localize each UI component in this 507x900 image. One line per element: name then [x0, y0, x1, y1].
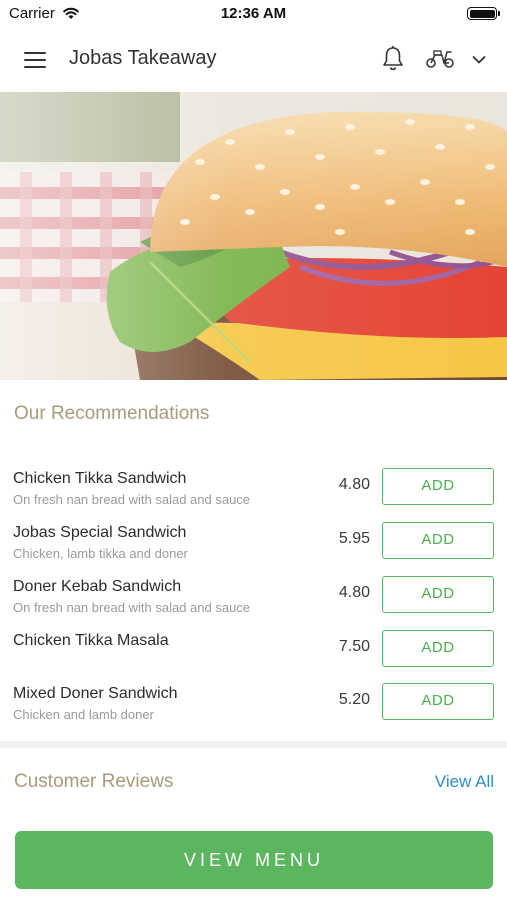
item-name: Mixed Doner Sandwich: [13, 685, 178, 702]
list-item: Jobas Special Sandwich Chicken, lamb tik…: [0, 522, 507, 576]
clock: 12:36 AM: [220, 5, 287, 22]
item-description: Chicken and lamb doner: [13, 707, 154, 722]
item-price: 4.80: [338, 584, 370, 601]
item-name: Chicken Tikka Sandwich: [13, 470, 187, 487]
item-price: 4.80: [338, 476, 370, 493]
hero-burger-image: [0, 92, 507, 380]
item-price: 5.95: [338, 530, 370, 547]
scooter-icon[interactable]: [425, 49, 455, 74]
add-button[interactable]: ADD: [382, 683, 494, 720]
battery-icon: [467, 7, 500, 20]
add-button[interactable]: ADD: [382, 630, 494, 667]
view-menu-button[interactable]: VIEW MENU: [15, 831, 493, 889]
add-button[interactable]: ADD: [382, 576, 494, 613]
bell-icon[interactable]: [381, 45, 405, 78]
list-item: Chicken Tikka Sandwich On fresh nan brea…: [0, 468, 507, 522]
add-button[interactable]: ADD: [382, 522, 494, 559]
section-divider: [0, 741, 507, 748]
item-description: On fresh nan bread with salad and sauce: [13, 492, 251, 507]
item-name: Chicken Tikka Masala: [13, 632, 169, 649]
reviews-title: Customer Reviews: [14, 771, 174, 792]
chevron-down-icon[interactable]: [472, 52, 486, 70]
add-button[interactable]: ADD: [382, 468, 494, 505]
item-price: 5.20: [338, 691, 370, 708]
item-name: Jobas Special Sandwich: [13, 524, 187, 541]
recommendations-title: Our Recommendations: [14, 403, 210, 424]
item-price: 7.50: [338, 638, 370, 655]
menu-icon[interactable]: [24, 51, 46, 69]
item-description: On fresh nan bread with salad and sauce: [13, 600, 251, 615]
item-name: Doner Kebab Sandwich: [13, 578, 182, 595]
app-header: Jobas Takeaway: [0, 28, 507, 92]
view-all-link[interactable]: View All: [435, 772, 494, 792]
item-description: Chicken, lamb tikka and doner: [13, 546, 188, 561]
page-title: Jobas Takeaway: [69, 47, 217, 69]
list-item: Mixed Doner Sandwich Chicken and lamb do…: [0, 683, 507, 737]
list-item: Chicken Tikka Masala 7.50 ADD: [0, 630, 507, 684]
status-bar: Carrier 12:36 AM: [0, 0, 507, 28]
list-item: Doner Kebab Sandwich On fresh nan bread …: [0, 576, 507, 630]
